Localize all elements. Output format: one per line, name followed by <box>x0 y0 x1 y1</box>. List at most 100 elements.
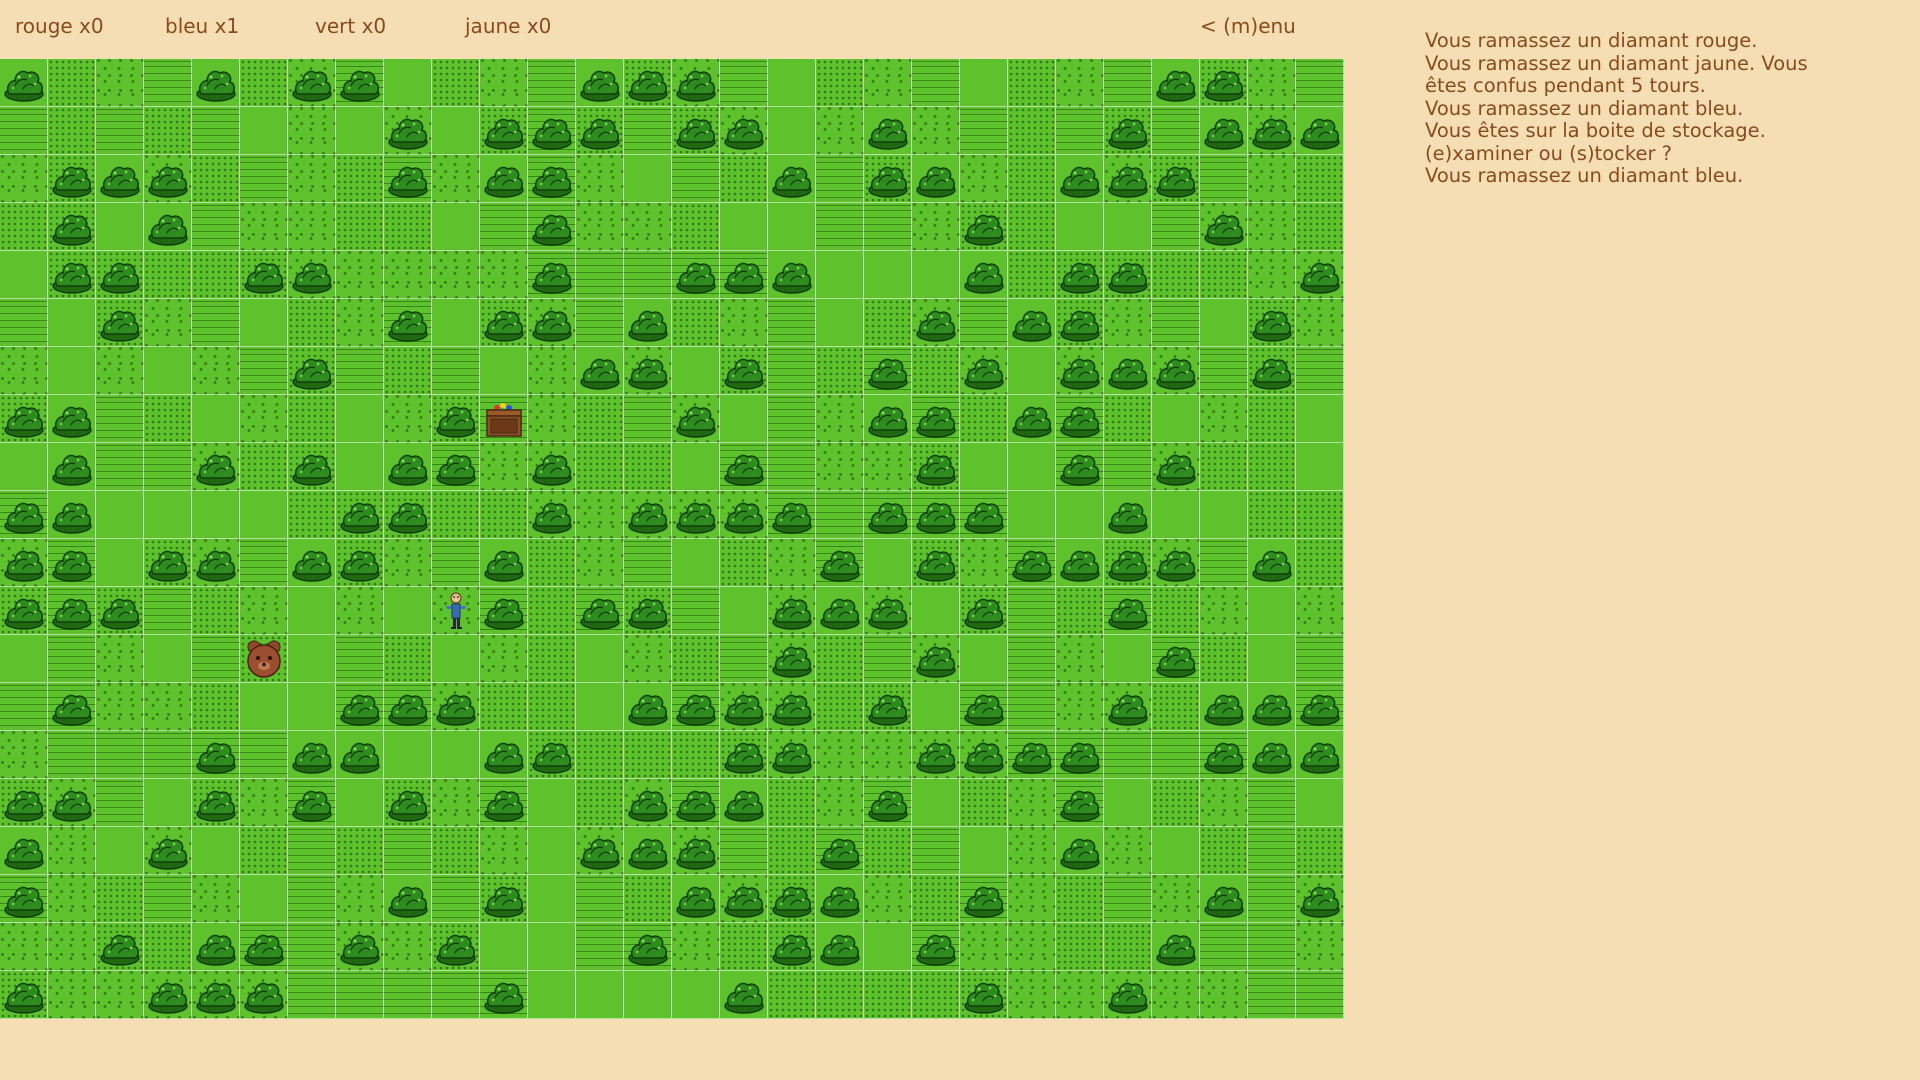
map-tile <box>384 635 432 683</box>
bush-icon <box>436 406 476 438</box>
map-tile <box>480 923 528 971</box>
map-tile <box>1008 971 1056 1019</box>
map-tile <box>1248 203 1296 251</box>
bush-icon <box>964 694 1004 726</box>
map-tile <box>1056 635 1104 683</box>
map-tile <box>0 155 48 203</box>
map-tile <box>576 683 624 731</box>
bush-icon <box>52 406 92 438</box>
map-tile <box>96 59 144 107</box>
map-tile <box>720 155 768 203</box>
map-tile <box>192 587 240 635</box>
map-tile <box>1248 155 1296 203</box>
map-tile <box>816 59 864 107</box>
map-tile <box>192 491 240 539</box>
bush-icon <box>532 262 572 294</box>
bush-icon <box>724 502 764 534</box>
map-tile <box>672 635 720 683</box>
map-tile <box>1200 779 1248 827</box>
map-tile <box>240 251 288 299</box>
map-tile <box>96 155 144 203</box>
map-tile <box>720 587 768 635</box>
map-tile <box>768 539 816 587</box>
bush-icon <box>724 886 764 918</box>
map-tile <box>480 635 528 683</box>
bush-icon <box>964 502 1004 534</box>
map-tile <box>1104 59 1152 107</box>
map-tile <box>480 347 528 395</box>
map-tile <box>960 443 1008 491</box>
map-tile <box>768 155 816 203</box>
bush-icon <box>388 694 428 726</box>
bush-icon <box>820 598 860 630</box>
map-tile <box>1296 299 1344 347</box>
map-tile <box>96 539 144 587</box>
map-tile <box>144 155 192 203</box>
map-tile <box>48 443 96 491</box>
map-tile <box>1296 779 1344 827</box>
bush-icon <box>484 886 524 918</box>
map-tile <box>576 299 624 347</box>
bush-icon <box>388 886 428 918</box>
bush-icon <box>628 790 668 822</box>
map-tile <box>192 203 240 251</box>
map-tile <box>1200 635 1248 683</box>
bush-icon <box>1204 886 1244 918</box>
map-tile <box>1248 59 1296 107</box>
game-map[interactable] <box>0 59 1344 1019</box>
storage-chest-icon[interactable] <box>482 397 526 441</box>
bush-icon <box>532 118 572 150</box>
map-tile <box>912 539 960 587</box>
map-tile <box>864 923 912 971</box>
map-tile <box>816 443 864 491</box>
map-tile <box>672 251 720 299</box>
map-tile <box>768 635 816 683</box>
menu-button[interactable]: < (m)enu <box>1200 14 1296 38</box>
map-tile <box>864 395 912 443</box>
map-tile <box>912 779 960 827</box>
bush-icon <box>724 118 764 150</box>
bush-icon <box>148 982 188 1014</box>
bush-icon <box>1204 70 1244 102</box>
map-tile <box>576 59 624 107</box>
map-tile <box>288 731 336 779</box>
bush-icon <box>724 358 764 390</box>
map-tile <box>144 635 192 683</box>
map-tile <box>432 59 480 107</box>
map-tile <box>432 539 480 587</box>
map-tile <box>96 587 144 635</box>
map-tile <box>0 347 48 395</box>
map-tile <box>1248 299 1296 347</box>
map-tile <box>1152 971 1200 1019</box>
map-tile <box>528 347 576 395</box>
log-line: Vous ramassez un diamant bleu. <box>1425 164 1744 187</box>
bush-icon <box>340 502 380 534</box>
map-tile <box>384 299 432 347</box>
bush-icon <box>148 214 188 246</box>
bush-icon <box>724 694 764 726</box>
map-tile <box>624 251 672 299</box>
map-tile <box>768 923 816 971</box>
map-tile <box>240 395 288 443</box>
bush-icon <box>388 454 428 486</box>
map-tile <box>1296 635 1344 683</box>
map-tile <box>624 827 672 875</box>
map-tile <box>288 587 336 635</box>
map-tile <box>96 635 144 683</box>
bush-icon <box>580 118 620 150</box>
bush-icon <box>772 166 812 198</box>
map-tile <box>576 347 624 395</box>
map-tile <box>240 299 288 347</box>
map-tile <box>192 779 240 827</box>
map-tile <box>432 203 480 251</box>
map-tile <box>1248 539 1296 587</box>
bush-icon <box>1204 742 1244 774</box>
bush-icon <box>52 454 92 486</box>
map-tile <box>624 731 672 779</box>
bush-icon <box>388 790 428 822</box>
bush-icon <box>772 262 812 294</box>
bush-icon <box>772 502 812 534</box>
bush-icon <box>1108 262 1148 294</box>
bush-icon <box>1108 550 1148 582</box>
bush-icon <box>52 166 92 198</box>
